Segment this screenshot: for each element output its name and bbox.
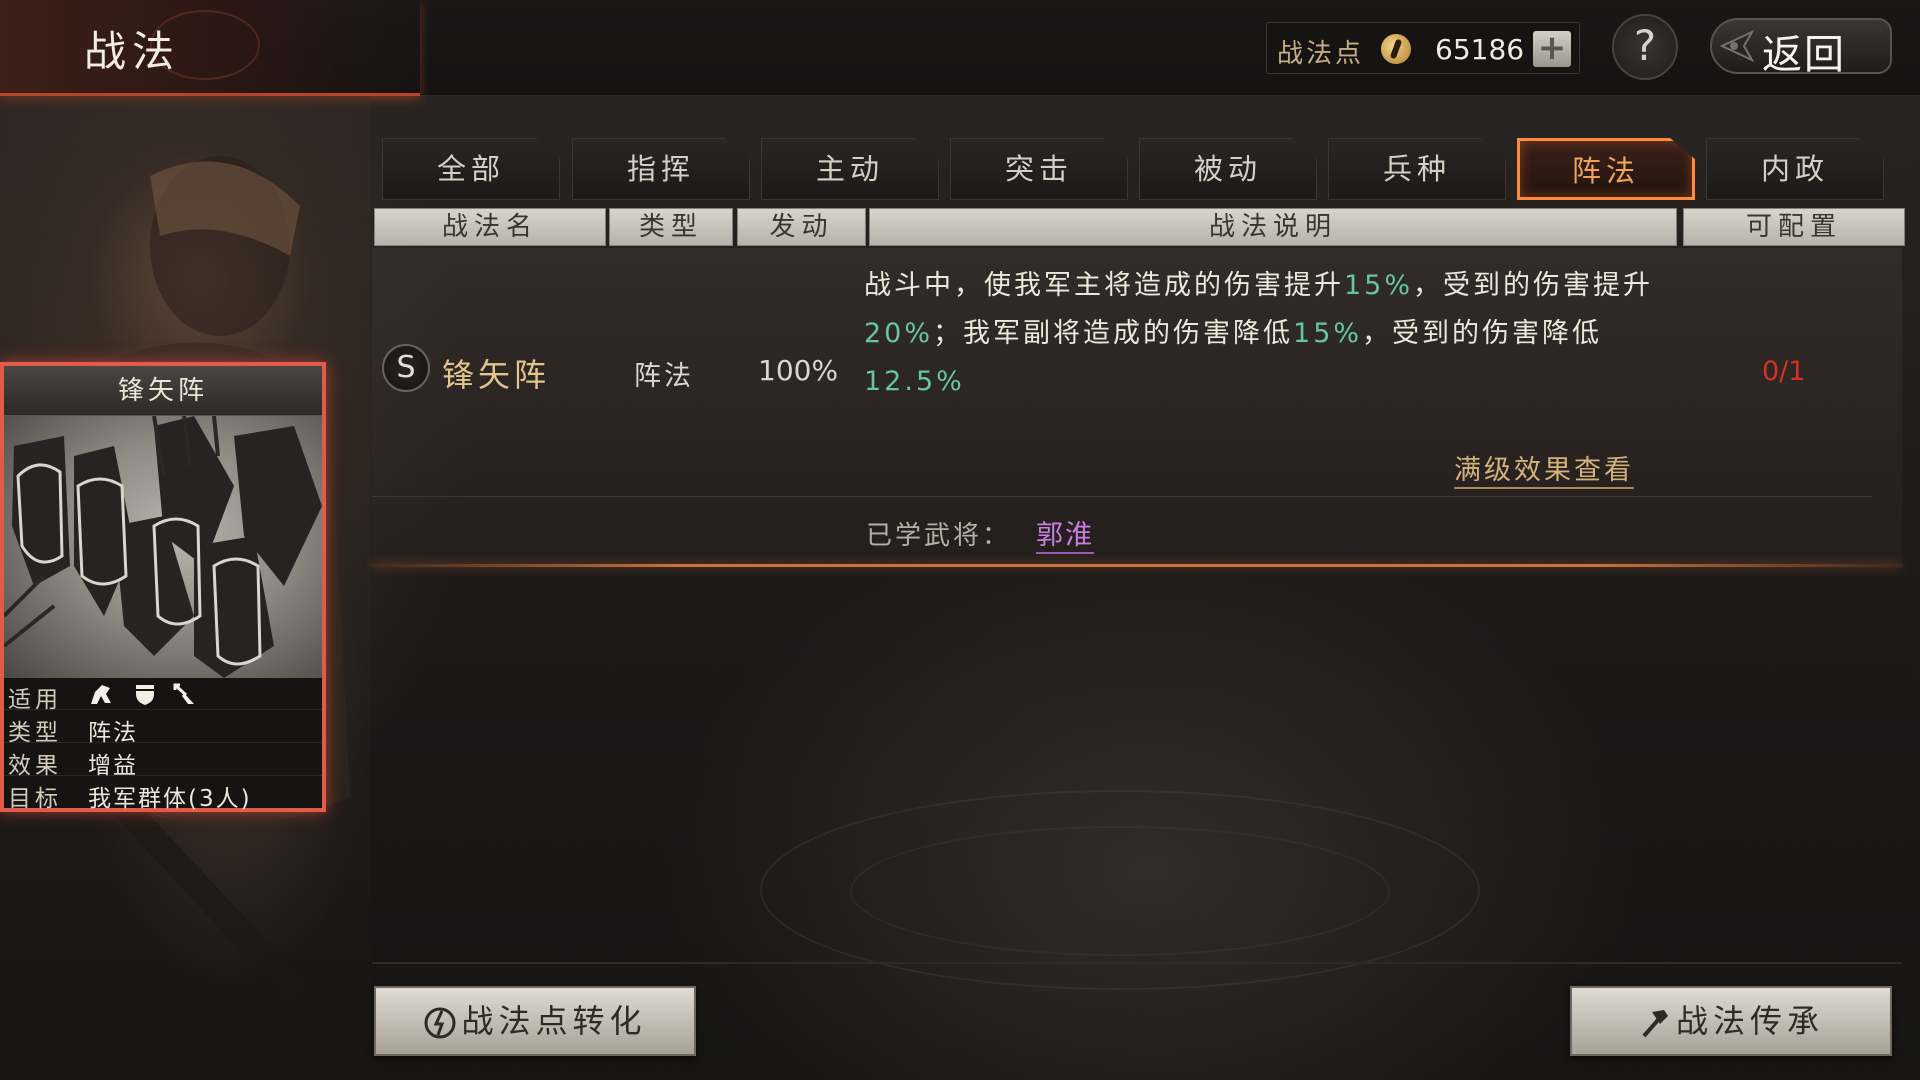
floor-ornament-inner <box>850 826 1390 956</box>
column-header-slots[interactable]: 可配置 <box>1683 208 1905 246</box>
title-plate: 战法 <box>0 0 420 96</box>
convert-points-label: 战法点转化 <box>461 1002 647 1040</box>
skill-slots-count: 0/1 <box>1762 356 1806 387</box>
tab-internal-affairs[interactable]: 内政 <box>1706 138 1884 200</box>
column-header-name[interactable]: 战法名 <box>374 208 606 246</box>
stat-key-apply: 适用 <box>8 687 62 713</box>
skill-grade-badge: S <box>382 344 430 392</box>
learned-generals-label: 已学武将： <box>866 521 1012 551</box>
stat-key-type: 类型 <box>8 720 62 746</box>
skill-name: 锋矢阵 <box>442 356 551 394</box>
desc-value-3: 15% <box>1293 318 1363 349</box>
card-skill-name: 锋矢阵 <box>4 366 322 416</box>
desc-text-3: ；我军副将造成的伤害降低 <box>933 318 1294 349</box>
stat-key-target: 目标 <box>8 786 62 812</box>
skill-description: 战斗中，使我军主将造成的伤害提升15%，受到的伤害提升20%；我军副将造成的伤害… <box>864 262 1664 406</box>
add-points-button[interactable]: + <box>1533 31 1571 67</box>
row-divider <box>372 496 1872 497</box>
back-button-label: 返回 <box>1762 32 1846 78</box>
stat-row-target: 目标 我军群体(3人) <box>4 777 322 812</box>
stat-row-effect: 效果 增益 <box>4 744 322 779</box>
tactic-points-display: 战法点 65186 + <box>1266 22 1580 74</box>
bottom-divider <box>372 962 1902 964</box>
archer-icon <box>173 683 194 704</box>
stat-key-effect: 效果 <box>8 753 62 779</box>
skill-type: 阵法 <box>634 361 694 392</box>
stat-val-type: 阵法 <box>88 720 138 746</box>
desc-text-1: 战斗中，使我军主将造成的伤害提升 <box>864 270 1344 301</box>
page-title: 战法 <box>84 27 181 76</box>
cavalry-icon <box>91 685 111 704</box>
desc-text-2: ，受到的伤害提升 <box>1413 270 1654 301</box>
tab-assault[interactable]: 突击 <box>950 138 1128 200</box>
selected-skill-card: 锋矢阵 适用 类型 阵法 效果 增益 目标 我军群体(3人) <box>0 362 326 812</box>
desc-text-4: ，受到的伤害降低 <box>1362 318 1603 349</box>
tab-formation[interactable]: 阵法 <box>1517 138 1695 200</box>
inherit-skill-button[interactable]: 战法传承 <box>1570 986 1892 1056</box>
desc-value-2: 20% <box>864 318 934 349</box>
column-header-type[interactable]: 类型 <box>609 208 733 246</box>
desc-value-1: 15% <box>1344 270 1414 301</box>
shield-icon <box>136 685 154 705</box>
row-highlight-line <box>372 564 1902 567</box>
skill-activation-rate: 100% <box>758 354 839 387</box>
tactic-point-icon <box>424 1007 456 1039</box>
tab-troop[interactable]: 兵种 <box>1328 138 1506 200</box>
back-button[interactable]: 返回 <box>1700 10 1900 80</box>
stat-val-effect: 增益 <box>88 753 138 779</box>
learned-general-link[interactable]: 郭淮 <box>1036 513 1094 554</box>
desc-value-4: 12.5% <box>864 366 965 397</box>
hammer-icon <box>1642 1010 1668 1038</box>
stat-val-target: 我军群体(3人) <box>88 786 252 812</box>
back-arrow-icon <box>1719 29 1755 63</box>
convert-points-button[interactable]: 战法点转化 <box>374 986 696 1056</box>
card-artwork <box>4 416 322 678</box>
stat-row-type: 类型 阵法 <box>4 711 322 746</box>
tab-all[interactable]: 全部 <box>382 138 560 200</box>
column-header-rate[interactable]: 发动 <box>737 208 866 246</box>
top-bar: 战法 战法点 65186 + ? 返回 <box>0 0 1920 96</box>
tab-passive[interactable]: 被动 <box>1139 138 1317 200</box>
tactic-point-icon <box>1381 34 1411 64</box>
tactic-points-label: 战法点 <box>1277 39 1365 69</box>
inherit-skill-label: 战法传承 <box>1675 1002 1824 1040</box>
tab-active[interactable]: 主动 <box>761 138 939 200</box>
soldier-formation-illustration <box>4 416 322 678</box>
card-stats: 适用 类型 阵法 效果 增益 目标 我军群体(3人) <box>4 678 322 812</box>
help-button[interactable]: ? <box>1612 14 1678 80</box>
tactic-points-value: 65186 <box>1435 33 1525 66</box>
tab-command[interactable]: 指挥 <box>572 138 750 200</box>
stat-row-apply: 适用 <box>4 678 322 713</box>
column-header-description: 战法说明 <box>869 208 1677 246</box>
full-level-effect-link[interactable]: 满级效果查看 <box>1454 448 1634 489</box>
